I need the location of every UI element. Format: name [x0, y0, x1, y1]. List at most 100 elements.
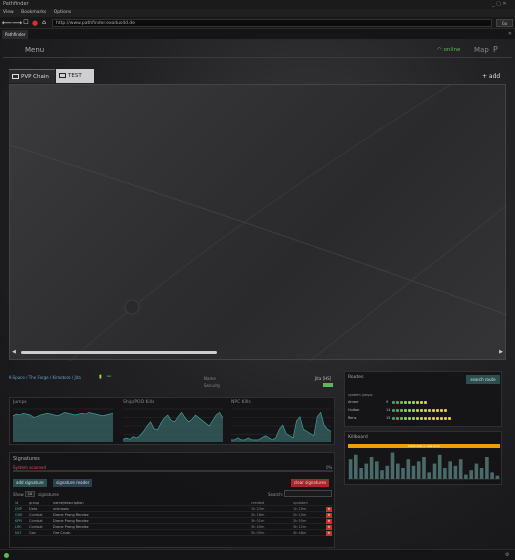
killboard-bar[interactable]	[375, 461, 379, 479]
route-jump-dot	[444, 417, 447, 420]
home-icon[interactable]: ⌂	[40, 19, 48, 27]
system-breadcrumb[interactable]: K-Space / The Forge / Kimotoro / Jita	[9, 375, 81, 380]
window-controls[interactable]: _ ▢ ✕	[492, 0, 507, 9]
tab-pvp-chain[interactable]: PVP Chain	[9, 69, 55, 83]
killboard-bar[interactable]	[390, 452, 395, 479]
killboard-bar[interactable]	[458, 459, 463, 479]
delete-signature-icon[interactable]: ✕	[326, 518, 332, 524]
killboard-bar[interactable]	[380, 470, 384, 479]
kills-graph	[123, 408, 223, 442]
killboard-bar[interactable]	[448, 461, 452, 479]
killboard-bar[interactable]	[422, 457, 426, 479]
sig-group[interactable]: Gas	[29, 530, 36, 536]
delete-signature-icon[interactable]: ✕	[326, 506, 332, 512]
menu-bookmarks[interactable]: Bookmarks	[21, 10, 46, 15]
route-jump-dots	[392, 400, 428, 404]
route-row[interactable]: Rens 15	[348, 415, 500, 421]
killboard-bar[interactable]	[411, 465, 416, 479]
killboard-bar[interactable]	[396, 463, 400, 479]
killboard-bar[interactable]	[469, 470, 473, 479]
killboard-bar[interactable]	[385, 465, 390, 479]
search-label: Search:	[268, 492, 284, 497]
scrollbar-thumb[interactable]	[21, 351, 217, 354]
route-jump-count: 9	[386, 400, 389, 404]
killboard-bar[interactable]	[479, 468, 484, 479]
tab-close-icon[interactable]: ✕	[508, 29, 512, 39]
killboard-bar[interactable]	[416, 461, 421, 479]
killboard-chart	[348, 452, 500, 480]
map-canvas[interactable]	[9, 84, 507, 361]
sig-name[interactable]: Ore Crush	[53, 530, 71, 536]
route-jump-dot	[412, 409, 415, 412]
killboard-bar[interactable]	[490, 472, 494, 479]
delete-signature-icon[interactable]: ✕	[326, 512, 332, 518]
signature-reader-button[interactable]: signature reader	[53, 479, 93, 487]
npc-graph	[231, 408, 331, 442]
show-label: Show	[13, 492, 24, 497]
scan-progress-bar	[13, 470, 333, 472]
scroll-right-icon[interactable]: ▶	[499, 349, 503, 355]
jumps-graph	[13, 408, 113, 442]
route-jump-count: 14	[386, 408, 391, 412]
map-scrollbar[interactable]: ◀ ▶	[10, 349, 505, 356]
bookmark-icon[interactable]: ☐	[22, 19, 30, 27]
search-route-button[interactable]: search route	[466, 375, 500, 384]
forward-icon[interactable]: ⟶	[12, 19, 22, 27]
menu-options[interactable]: Options	[54, 10, 71, 15]
add-map-button[interactable]: + add	[482, 73, 500, 80]
info-icon[interactable]: ▮	[99, 374, 102, 380]
killboard-title: Killboard	[348, 435, 368, 440]
add-signature-button[interactable]: add signature	[13, 479, 47, 487]
route-row[interactable]: Amarr 9	[348, 399, 500, 405]
sig-id[interactable]: NLT	[15, 530, 21, 536]
killboard-bar[interactable]	[354, 454, 358, 479]
menu-button[interactable]: Menu	[25, 46, 44, 54]
sig-created[interactable]: 5h 05m	[251, 530, 264, 536]
sig-updated[interactable]: 4h 48m	[293, 530, 306, 536]
tab-test[interactable]: TEST	[56, 69, 94, 83]
route-jump-dot	[400, 409, 403, 412]
killboard-bar[interactable]	[485, 457, 489, 479]
killboard-bar[interactable]	[427, 472, 431, 479]
killboard-bar[interactable]	[369, 457, 374, 479]
killboard-bar[interactable]	[443, 468, 447, 479]
killboard-bar[interactable]	[348, 459, 353, 479]
route-jump-dots	[392, 408, 448, 412]
tab-test-label: TEST	[68, 73, 82, 79]
killboard-bar[interactable]	[453, 465, 458, 479]
settings-icon[interactable]: ⚙	[505, 552, 509, 558]
killboard-bar[interactable]	[359, 468, 363, 479]
route-jump-dot	[396, 417, 399, 420]
killboard-bar[interactable]	[464, 474, 468, 479]
browser-tab[interactable]: Pathfinder	[2, 30, 28, 39]
scroll-left-icon[interactable]: ◀	[12, 349, 16, 355]
route-row[interactable]: Hulbar 14	[348, 407, 500, 413]
killboard-bar[interactable]	[364, 463, 369, 479]
killboard-bar[interactable]	[432, 463, 437, 479]
signature-search-input[interactable]	[284, 490, 332, 497]
killboard-bar[interactable]	[406, 459, 411, 479]
routes-header: system jumps	[348, 393, 373, 397]
monitor-icon	[59, 73, 66, 78]
app-header: Menu ◠ online Map P	[3, 42, 512, 58]
delete-signature-icon[interactable]: ✕	[326, 524, 332, 530]
go-button[interactable]: Go	[496, 19, 513, 27]
clear-signatures-button[interactable]: clear signatures	[291, 479, 330, 487]
page-size-select[interactable]: 10	[25, 491, 35, 497]
killboard-bar[interactable]	[495, 475, 500, 479]
menu-view[interactable]: View	[3, 10, 14, 15]
back-icon[interactable]: ⟵	[2, 19, 12, 27]
route-jump-dot	[440, 409, 443, 412]
jumps-graph-title: Jumps	[13, 400, 27, 405]
link-icon[interactable]: ⚯	[107, 374, 111, 380]
killboard-bar[interactable]	[437, 454, 442, 479]
table-row[interactable]: NLT Gas Ore Crush 5h 05m 4h 48m ✕	[13, 530, 333, 536]
stop-icon[interactable]: ●	[31, 19, 39, 27]
delete-signature-icon[interactable]: ✕	[326, 530, 332, 536]
killboard-bar[interactable]	[474, 463, 479, 479]
route-jump-dot	[444, 409, 447, 412]
killboard-banner: 1000 kills in last hour	[348, 444, 500, 448]
killboard-bar[interactable]	[401, 468, 405, 479]
killboard-panel: Killboard 1000 kills in last hour	[344, 431, 502, 485]
url-input[interactable]: http://www.pathfinder.exodus4d.de	[52, 19, 492, 27]
